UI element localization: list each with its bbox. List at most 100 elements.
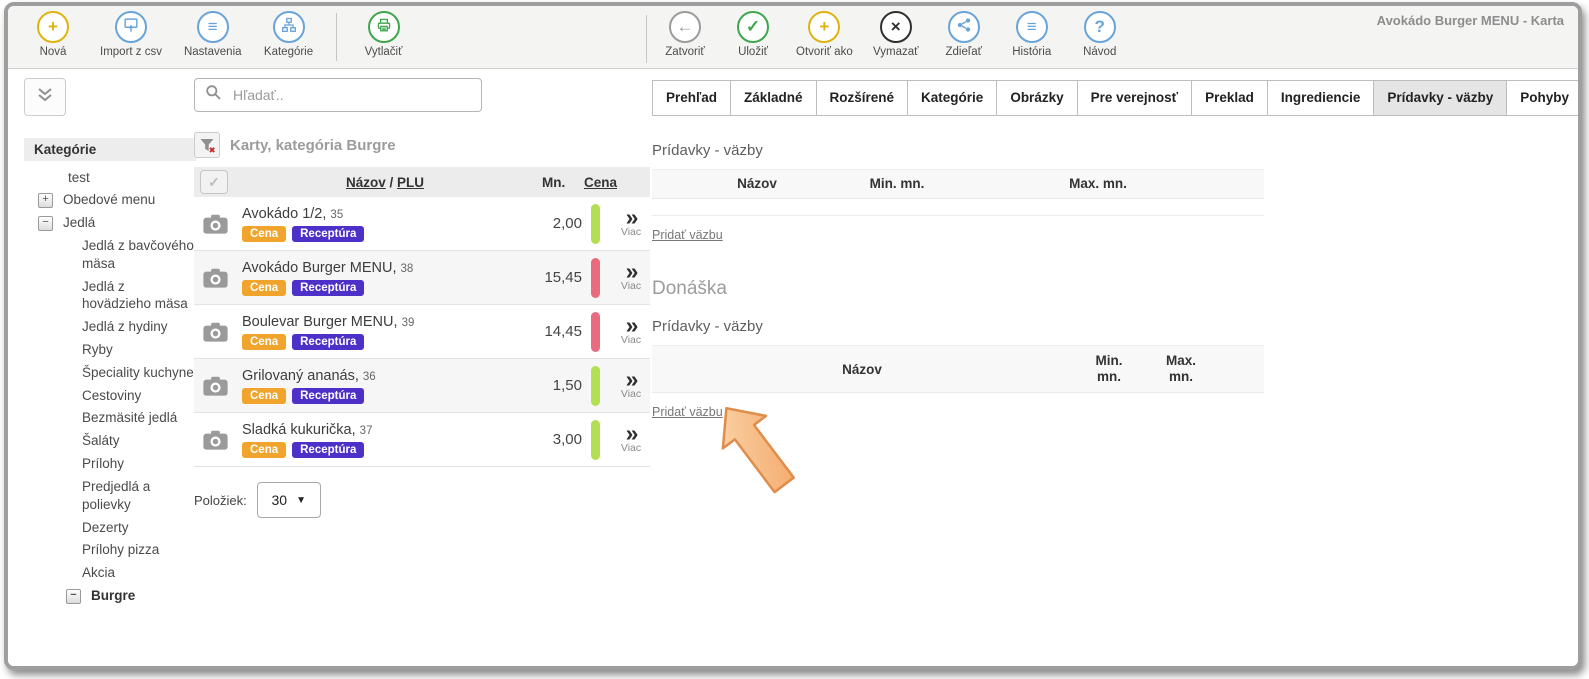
toolbar-button-import-z-csv[interactable]: Import z csv: [100, 11, 162, 58]
more-button[interactable]: »Viac: [612, 425, 650, 454]
open-as-icon: +: [808, 11, 840, 43]
sort-by-name[interactable]: Názov: [346, 175, 386, 190]
tab-kateg-rie[interactable]: Kategórie: [907, 80, 997, 116]
tab-preh-ad[interactable]: Prehľad: [652, 80, 731, 116]
card-row-avok-do-1-2[interactable]: Avokádo 1/2, 35CenaReceptúra2,00»Viac: [194, 197, 650, 251]
tab-pohyby[interactable]: Pohyby: [1506, 80, 1582, 116]
sidebar-item-label: Burgre: [91, 587, 196, 605]
sidebar-item-peciality-kuchyne[interactable]: Špeciality kuchyne: [24, 361, 196, 384]
toolbar-button-kateg-rie[interactable]: Kategórie: [264, 11, 314, 58]
camera-icon[interactable]: [194, 375, 236, 397]
search-input[interactable]: [231, 86, 471, 104]
more-button[interactable]: »Viac: [612, 317, 650, 346]
plus-icon: +: [48, 17, 58, 37]
toolbar-button-vymaza[interactable]: ×Vymazať: [871, 11, 921, 58]
sidebar-item-predjedl-a-polievky[interactable]: Predjedlá a polievky: [24, 475, 196, 516]
card-row-boulevar-burger-menu[interactable]: Boulevar Burger MENU, 39CenaReceptúra14,…: [194, 305, 650, 359]
status-bar-red: [591, 258, 600, 298]
sidebar-item-test[interactable]: test: [24, 166, 196, 189]
delivery-addons-heading: Prídavky - väzby: [652, 318, 1566, 335]
toolbar-right-group: ←Zatvoriť ✓Uložiť + Otvoriť ako ×Vymazať Zdie…: [660, 11, 1125, 58]
card-badges: CenaReceptúra: [242, 280, 526, 296]
toolbar-button-otvori-ako[interactable]: + Otvoriť ako: [796, 11, 853, 58]
double-chevron-right-icon: »: [612, 317, 650, 334]
sidebar-item-ryby[interactable]: Ryby: [24, 339, 196, 362]
share-icon: [955, 16, 973, 39]
sidebar-item-jedl[interactable]: −Jedlá: [24, 212, 196, 235]
tab-obr-zky[interactable]: Obrázky: [996, 80, 1077, 116]
sidebar-item-burgre[interactable]: −Burgre: [24, 584, 196, 607]
camera-icon[interactable]: [194, 429, 236, 451]
camera-icon[interactable]: [194, 321, 236, 343]
sort-by-price[interactable]: Cena: [584, 175, 650, 190]
toolbar-button-n-vod[interactable]: ?Návod: [1075, 11, 1125, 58]
sidebar-item-al-ty[interactable]: Šaláty: [24, 430, 196, 453]
tab-preklad[interactable]: Preklad: [1191, 80, 1268, 116]
toolbar-button-vytla-i[interactable]: Vytlačiť: [359, 11, 409, 58]
add-delivery-binding-link[interactable]: Pridať väzbu: [652, 405, 723, 419]
toolbar-button-zdie-a[interactable]: Zdieľať: [939, 11, 989, 58]
sidebar-item-jedl-z-hydiny[interactable]: Jedlá z hydiny: [24, 316, 196, 339]
toolbar-button-nov[interactable]: +Nová: [28, 11, 78, 58]
addons-col-min: Min. mn.: [862, 170, 932, 198]
toolbar-button-label: Zdieľať: [946, 46, 982, 58]
collapse-icon[interactable]: −: [38, 216, 53, 231]
sidebar-item-label: Šaláty: [82, 432, 196, 450]
sidebar-item-dezerty[interactable]: Dezerty: [24, 516, 196, 539]
toolbar-button-label: Vymazať: [873, 46, 918, 58]
tab-ingrediencie[interactable]: Ingrediencie: [1267, 80, 1375, 116]
collapse-all-button[interactable]: [24, 78, 66, 116]
sidebar-item-pr-lohy-pizza[interactable]: Prílohy pizza: [24, 539, 196, 562]
camera-icon[interactable]: [194, 267, 236, 289]
toolbar: +Nová Import z csv ≡Nastavenia Kategórie Vyt…: [8, 6, 1578, 69]
tab-roz-ren[interactable]: Rozšírené: [816, 80, 909, 116]
more-button[interactable]: »Viac: [612, 209, 650, 238]
select-all-checkbox[interactable]: ✓: [200, 170, 228, 194]
items-per-page-select[interactable]: 30 ▼: [257, 482, 321, 518]
settings-icon: ≡: [197, 11, 229, 43]
filter-remove-icon[interactable]: [194, 132, 220, 158]
card-row-sladk-kukuri-ka[interactable]: Sladká kukurička, 37CenaReceptúra3,00»Vi…: [194, 413, 650, 467]
camera-icon[interactable]: [194, 213, 236, 235]
toolbar-button-ulo-i[interactable]: ✓Uložiť: [728, 11, 778, 58]
share-icon: [948, 11, 980, 43]
tab-pre-verejnos[interactable]: Pre verejnosť: [1077, 80, 1193, 116]
toolbar-button-hist-ria[interactable]: ≡História: [1007, 11, 1057, 58]
badge-recept-ra: Receptúra: [292, 226, 364, 242]
toolbar-button-zatvori[interactable]: ←Zatvoriť: [660, 11, 710, 58]
badge-recept-ra: Receptúra: [292, 280, 364, 296]
card-plu: 39: [402, 317, 415, 329]
sidebar-item-jedl-z-hov-dzieho-m-sa[interactable]: Jedlá z hovädzieho mäsa: [24, 275, 196, 316]
sidebar-item-label: Špeciality kuchyne: [82, 364, 196, 382]
more-button[interactable]: »Viac: [612, 263, 650, 292]
sidebar-item-jedl-z-bav-ov-ho-m-sa[interactable]: Jedlá z bavčového mäsa: [24, 234, 196, 275]
card-row-grilovan-anan-s[interactable]: Grilovaný ananás, 36CenaReceptúra1,50»Vi…: [194, 359, 650, 413]
items-per-page-label: Položiek:: [194, 493, 247, 508]
list-title: Karty, kategória Burgre: [230, 137, 396, 154]
sort-by-plu[interactable]: PLU: [397, 175, 424, 190]
sidebar-item-cestoviny[interactable]: Cestoviny: [24, 384, 196, 407]
expand-icon[interactable]: +: [38, 193, 53, 208]
sidebar-item-pr-lohy[interactable]: Prílohy: [24, 453, 196, 476]
sidebar-item-akcia[interactable]: Akcia: [24, 562, 196, 585]
toolbar-button-nastavenia[interactable]: ≡Nastavenia: [184, 11, 242, 58]
toolbar-button-label: Otvoriť ako: [796, 46, 853, 58]
card-row-avok-do-burger-menu[interactable]: Avokádo Burger MENU, 38CenaReceptúra15,4…: [194, 251, 650, 305]
app-root: +Nová Import z csv ≡Nastavenia Kategórie Vyt…: [8, 6, 1578, 666]
sidebar-item-obedov-menu[interactable]: +Obedové menu: [24, 189, 196, 212]
card-detail-panel: PrehľadZákladnéRozšírenéKategórieObrázky…: [652, 68, 1566, 421]
tab-pr-davky-v-zby[interactable]: Prídavky - väzby: [1373, 80, 1507, 116]
tab-z-kladn[interactable]: Základné: [730, 80, 817, 116]
close-icon: ←: [669, 11, 701, 43]
card-plu: 36: [363, 371, 376, 383]
sidebar-item-bezm-sit-jedl[interactable]: Bezmäsité jedlá: [24, 407, 196, 430]
card-name: Grilovaný ananás, 36: [242, 368, 526, 384]
add-binding-link[interactable]: Pridať väzbu: [652, 228, 723, 242]
collapse-icon[interactable]: −: [66, 589, 81, 604]
card-plu: 37: [360, 425, 373, 437]
sidebar-item-label: Predjedlá a polievky: [82, 478, 196, 514]
more-button[interactable]: »Viac: [612, 371, 650, 400]
sidebar: Kategórie test+Obedové menu−JedláJedlá z…: [24, 68, 196, 607]
toolbar-button-label: História: [1012, 46, 1051, 58]
sidebar-item-label: Prílohy pizza: [82, 541, 196, 559]
